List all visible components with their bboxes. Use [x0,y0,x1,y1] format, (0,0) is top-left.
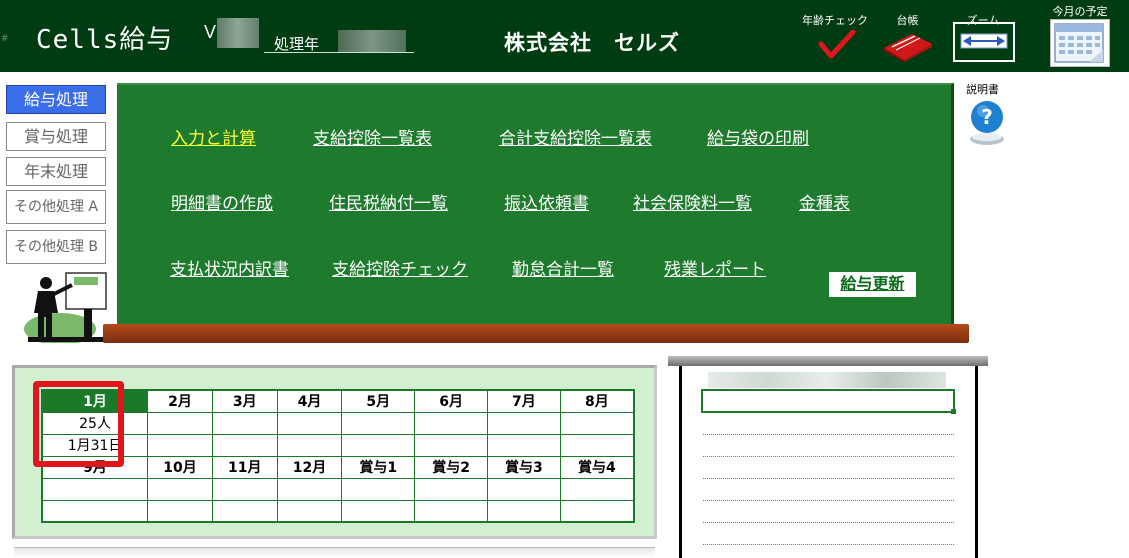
total-payment-deduction-list-link[interactable]: 合計支給控除一覧表 [499,124,652,149]
monthly-schedule-label: 今月の予定 [1052,5,1108,18]
month-cell-jun[interactable]: 6月 [414,389,488,413]
month-date-row: 1月31日 [41,433,635,457]
resident-tax-payment-list-link[interactable]: 住民税納付一覧 [329,189,448,214]
month-cell-mar[interactable]: 3月 [211,389,278,413]
notes-input[interactable] [701,389,956,414]
zoom-button[interactable]: ズーム [950,0,1016,72]
checkmark-icon [818,30,856,59]
input-and-calc-link[interactable]: 入力と計算 [171,124,256,149]
notes-redacted-header [708,372,946,388]
denomination-table-link[interactable]: 金種表 [799,189,850,214]
month-cell-jan[interactable]: 1月 [41,389,149,413]
bottom-bar [14,547,655,558]
zoom-frame [953,22,1015,62]
month-cell-aug[interactable]: 8月 [559,389,635,413]
version-redacted [217,18,259,48]
processing-year-label: 処理年 [274,36,320,53]
payment-deduction-check-link[interactable]: 支給控除チェック [332,255,468,280]
month-cell-nov[interactable]: 11月 [211,455,278,479]
bonus-cell-3[interactable]: 賞与3 [486,455,561,479]
svg-text:?: ? [981,105,993,129]
company-name: 株式会社 セルズ [504,31,680,55]
pay-envelope-print-link[interactable]: 給与袋の印刷 [707,124,809,149]
app-title: Cells給与 [36,25,174,55]
pay-date: 1月31日 [41,433,149,457]
calendar-icon [1054,23,1104,63]
app-window: # Cells給与 V 処理年 株式会社 セルズ 年齢チェック 台帳 ズーム 今… [0,0,1129,558]
notes-line [703,544,954,545]
notes-top-bar [668,356,988,366]
notes-line [703,434,954,435]
month-cell-feb[interactable]: 2月 [147,389,213,413]
bonus-cell-1[interactable]: 賞与1 [341,455,416,479]
month-cell-apr[interactable]: 4月 [276,389,343,413]
bonus-cell-2[interactable]: 賞与2 [414,455,488,479]
menu-board-ledge [103,324,969,343]
payment-deduction-list-link[interactable]: 支給控除一覧表 [313,124,432,149]
pay-statement-create-link[interactable]: 明細書の作成 [171,189,273,214]
month-row-2: 9月 10月 11月 12月 賞与1 賞与2 賞与3 賞与4 [41,455,635,479]
binder-icon [884,34,932,62]
social-insurance-list-link[interactable]: 社会保険料一覧 [633,189,752,214]
monthly-schedule-button[interactable]: 今月の予定 [1044,0,1116,72]
nav-other-b-button[interactable]: その他処理 B [6,230,106,264]
overtime-report-link[interactable]: 残業レポート [664,255,766,280]
attendance-total-list-link[interactable]: 勤怠合計一覧 [512,255,614,280]
age-check-button[interactable]: 年齢チェック [800,0,870,72]
payroll-update-button[interactable]: 給与更新 [829,272,916,297]
zoom-arrows-icon [960,33,1008,49]
nav-other-a-button[interactable]: その他処理 A [6,190,106,224]
notes-line [703,456,954,457]
month-grid: 1月 2月 3月 4月 5月 6月 7月 8月 25人 1月31日 9月 10月… [41,389,635,523]
presenter-illustration [24,272,107,343]
version-label: V [204,22,217,42]
hash-mark: # [2,33,8,44]
notes-right-border [975,366,978,558]
employee-count: 25人 [41,411,149,435]
month-empty-row-2 [41,499,635,523]
nav-year-end-button[interactable]: 年末処理 [6,157,106,186]
notes-line [703,478,954,479]
payment-breakdown-link[interactable]: 支払状況内訳書 [170,255,289,280]
ledger-label: 台帳 [896,14,919,27]
age-check-label: 年齢チェック [802,14,868,27]
month-row-1: 1月 2月 3月 4月 5月 6月 7月 8月 [41,389,635,413]
manual-label: 説明書 [966,83,999,96]
month-cell-oct[interactable]: 10月 [147,455,213,479]
calendar-frame [1050,19,1110,67]
month-count-row: 25人 [41,411,635,435]
month-cell-jul[interactable]: 7月 [486,389,561,413]
notes-left-border [679,366,682,558]
help-icon[interactable]: ? [968,99,1006,147]
notes-line [703,500,954,501]
month-cell-dec[interactable]: 12月 [276,455,343,479]
nav-payroll-button[interactable]: 給与処理 [6,85,106,114]
month-cell-sep[interactable]: 9月 [41,455,149,479]
ledger-button[interactable]: 台帳 [880,0,935,72]
processing-year-redacted [338,30,406,52]
month-empty-row-1 [41,477,635,501]
month-cell-may[interactable]: 5月 [341,389,416,413]
header-bar: # Cells給与 V 処理年 株式会社 セルズ 年齢チェック 台帳 ズーム 今… [0,0,1129,72]
nav-bonus-button[interactable]: 賞与処理 [6,122,106,151]
transfer-request-link[interactable]: 振込依頼書 [504,189,589,214]
notes-line [703,522,954,523]
bonus-cell-4[interactable]: 賞与4 [559,455,635,479]
